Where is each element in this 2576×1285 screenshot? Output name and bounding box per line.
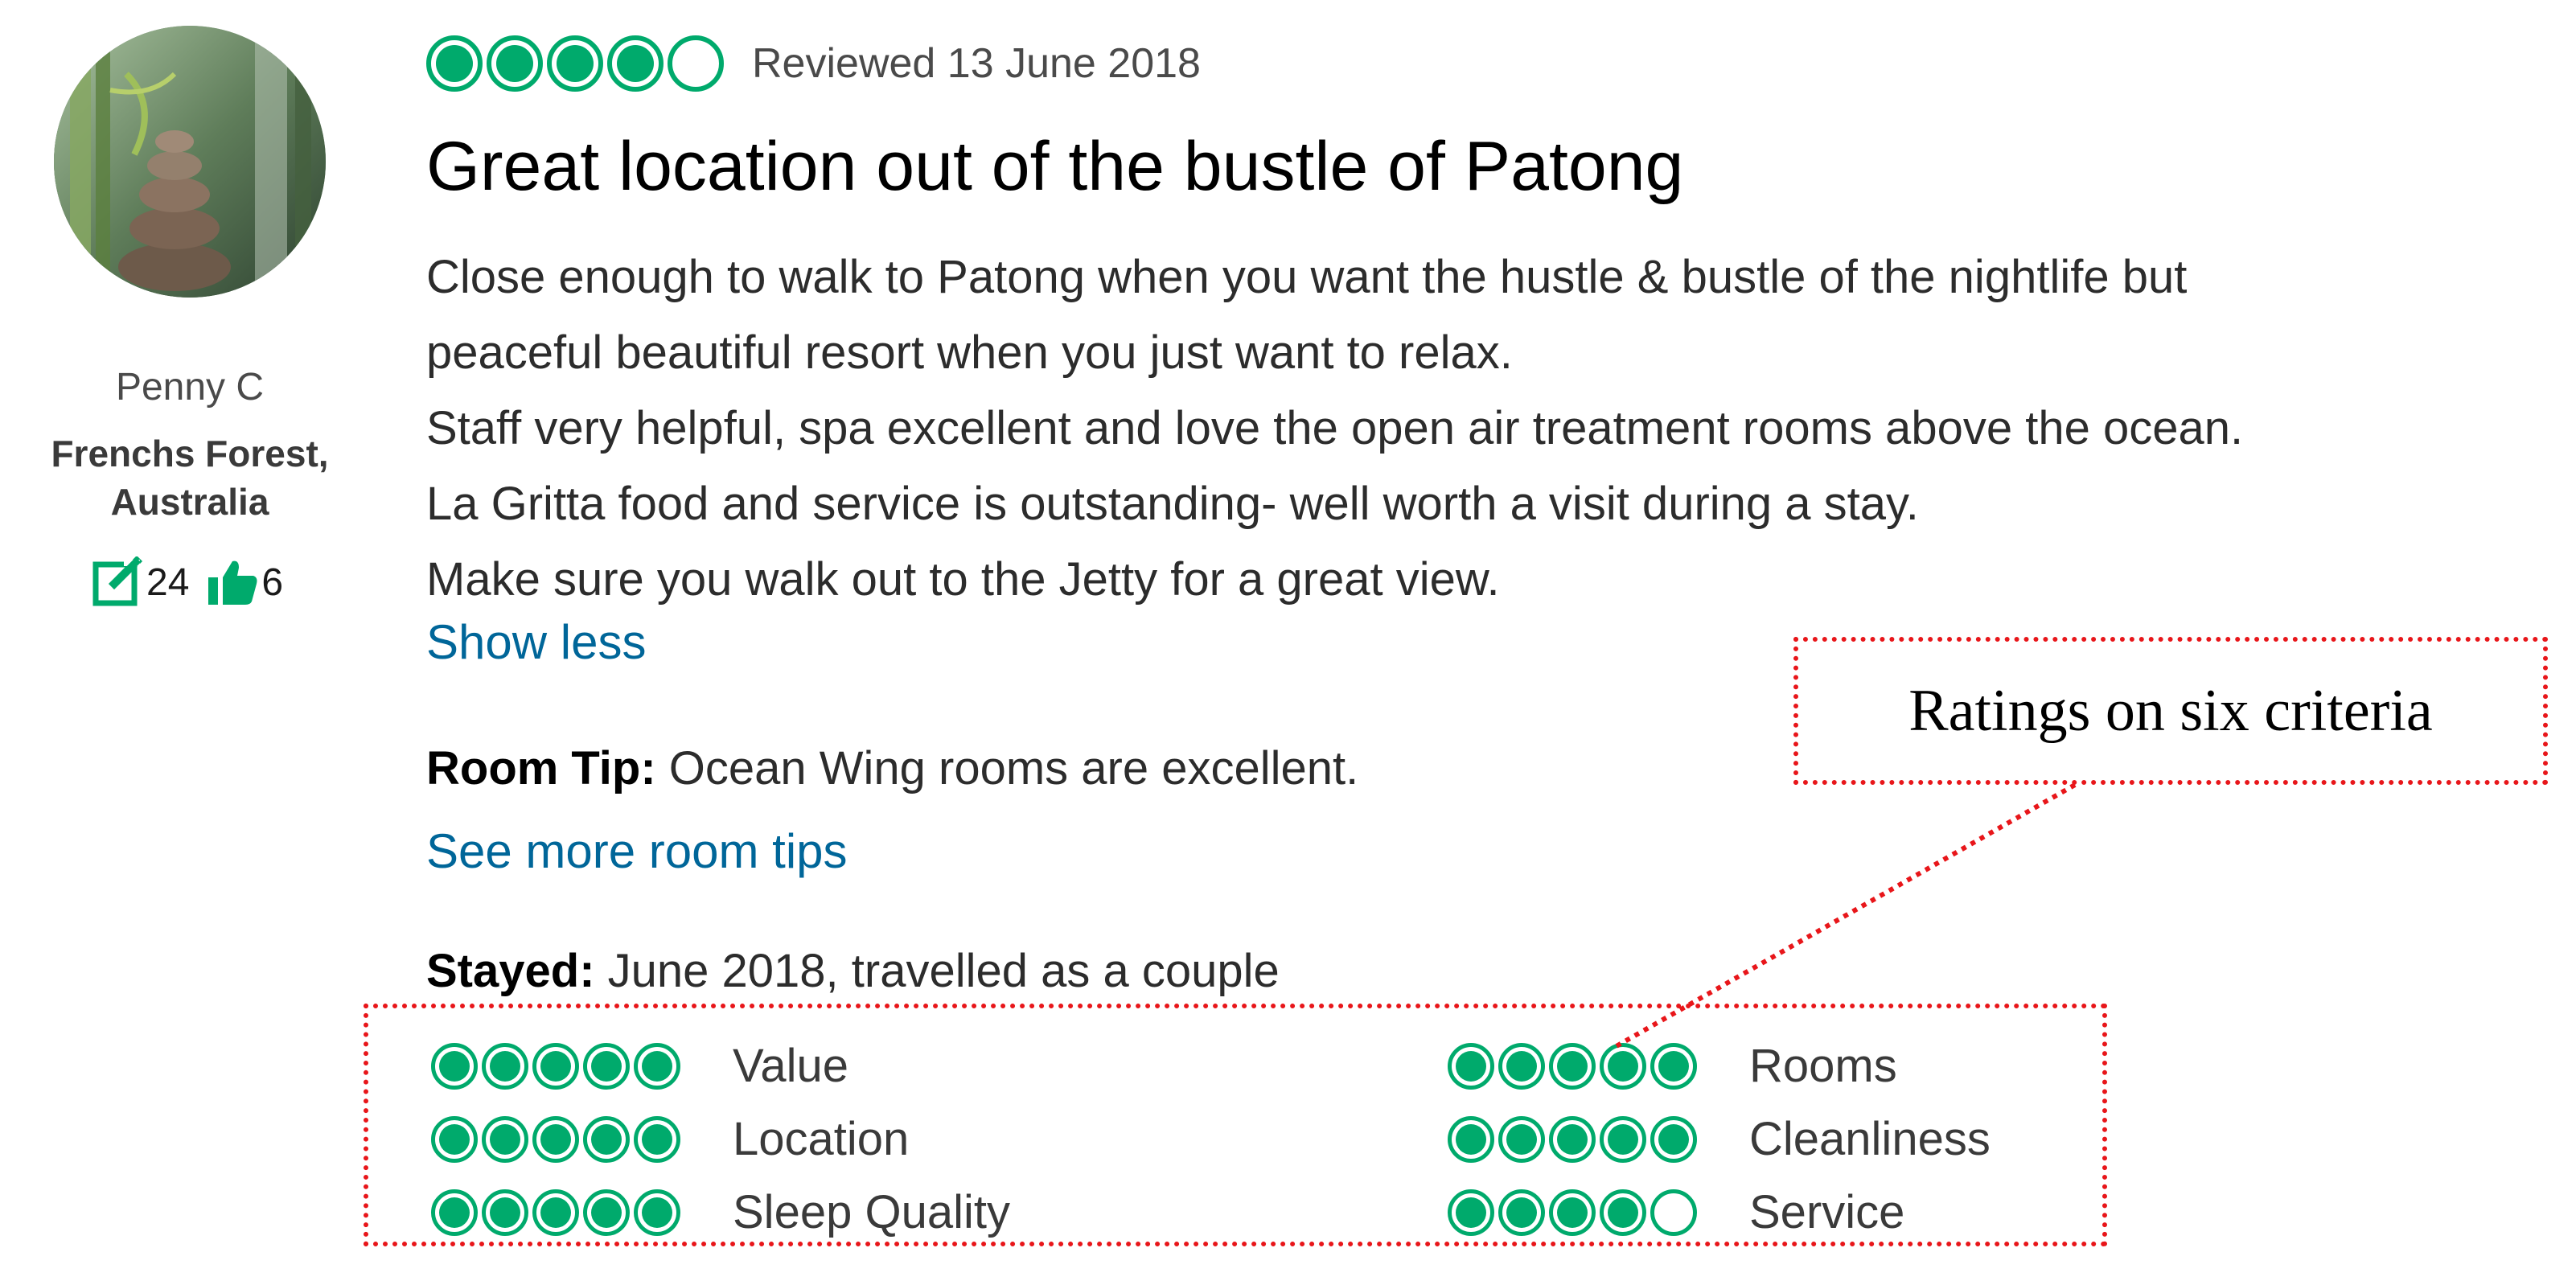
reviewer-location-line1: Frenchs Forest, [51, 433, 329, 474]
reviewer-avatar[interactable] [54, 26, 326, 298]
stayed-info: Stayed: June 2018, travelled as a couple [426, 944, 1280, 998]
review-body-line: Make sure you walk out to the Jetty for … [426, 553, 1500, 606]
review-body: Close enough to walk to Patong when you … [426, 240, 2485, 618]
annotation-callout-text: Ratings on six criteria [1908, 677, 2433, 744]
thumbs-up-icon [208, 560, 257, 605]
room-tip-text: Ocean Wing rooms are excellent. [655, 742, 1359, 794]
rating-bubble-fill [436, 45, 473, 82]
rating-bubble-filled [487, 35, 543, 92]
see-more-room-tips-link[interactable]: See more room tips [426, 823, 848, 879]
room-tip-label: Room Tip: [426, 742, 656, 794]
review-body-line: La Gritta food and service is outstandin… [426, 478, 1919, 530]
stayed-label: Stayed: [426, 945, 595, 997]
reviewer-name[interactable]: Penny C [0, 365, 380, 409]
rating-bubble-filled [547, 35, 603, 92]
review-date: Reviewed 13 June 2018 [752, 40, 1201, 87]
overall-rating-row: Reviewed 13 June 2018 [426, 35, 1201, 92]
rating-bubble-empty [668, 35, 724, 92]
reviews-count: 24 [146, 560, 190, 604]
reviewer-stats: 24 6 [92, 556, 283, 608]
rating-bubble-fill [617, 45, 654, 82]
annotation-callout-box: Ratings on six criteria [1793, 637, 2548, 785]
review-body-line: Staff very helpful, spa excellent and lo… [426, 402, 2244, 454]
room-tip: Room Tip: Ocean Wing rooms are excellent… [426, 741, 1358, 795]
stayed-text: June 2018, travelled as a couple [594, 945, 1280, 997]
review-body-line: peaceful beautiful resort when you just … [426, 326, 1513, 379]
review-body-line: Close enough to walk to Patong when you … [426, 251, 2188, 303]
overall-rating-bubbles [426, 35, 728, 92]
rating-bubble-filled [607, 35, 664, 92]
rating-bubble-fill [496, 45, 533, 82]
reviewer-location: Frenchs Forest, Australia [0, 429, 380, 526]
sub-ratings-highlight-box [364, 1004, 2107, 1246]
review-card: Penny C Frenchs Forest, Australia 24 6 R… [0, 0, 2576, 1285]
reviewer-location-line2: Australia [110, 481, 269, 523]
rating-bubble-filled [426, 35, 483, 92]
review-title[interactable]: Great location out of the bustle of Pato… [426, 127, 1683, 207]
helpful-votes-count: 6 [261, 560, 284, 604]
edit-review-icon [92, 556, 143, 606]
show-less-link[interactable]: Show less [426, 614, 646, 670]
avatar-photo [54, 26, 326, 298]
rating-bubble-fill [557, 45, 594, 82]
